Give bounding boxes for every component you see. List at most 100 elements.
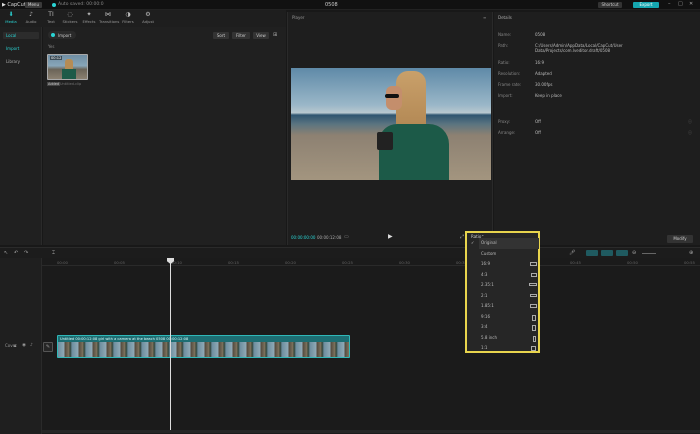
minimize-icon[interactable]: – — [668, 1, 671, 7]
audio-mute-icon[interactable]: ♪ — [30, 343, 33, 348]
play-icon[interactable]: ▶ — [388, 233, 393, 240]
detail-label-arrange: Arrange: — [498, 130, 516, 135]
ratio-wide-icon — [530, 262, 537, 266]
thumb-name: Untitled-clip — [60, 82, 82, 86]
expand-icon[interactable]: ⤢ — [460, 234, 464, 240]
detail-value-arrange: Off — [535, 130, 541, 135]
ruler-tick: 00:55 — [684, 260, 695, 265]
clip-filmstrip — [58, 342, 349, 357]
view-button[interactable]: View — [253, 32, 269, 39]
zoom-slider[interactable] — [642, 253, 656, 254]
maximize-icon[interactable]: □ — [678, 1, 683, 7]
ratio-option-4-3[interactable]: 4:3 — [479, 270, 539, 281]
tool-label: Effects — [82, 19, 96, 24]
playhead[interactable] — [170, 258, 171, 430]
filter-button[interactable]: Filter — [232, 32, 250, 39]
close-icon[interactable]: ✕ — [689, 1, 693, 7]
ruler-tick: 00:30 — [399, 260, 410, 265]
ratio-option-16-9[interactable]: 16:9 — [479, 259, 539, 270]
clip-label: Untitled 00:00:12:08 girl with a camera … — [60, 336, 189, 341]
ratio-option-original[interactable]: ✓ Original — [471, 238, 539, 249]
effects-icon: ✦ — [86, 11, 92, 18]
tool-filters[interactable]: ◑ Filters — [119, 11, 137, 26]
timeline-ruler[interactable] — [42, 258, 700, 266]
video-preview[interactable] — [291, 68, 491, 180]
ratio-dropdown: Ratio ⌃ ✓ Original Custom 16:9 4:3 2.35:… — [465, 231, 540, 353]
zoom-fit-icon[interactable]: ⊕ — [689, 250, 693, 256]
select-tool-icon[interactable]: ↖ — [4, 250, 8, 256]
undo-icon[interactable]: ↶ — [14, 250, 18, 256]
app-window: ▶ CapCut Menu Auto saved: 00:00:0 0508 S… — [0, 0, 700, 434]
sort-button[interactable]: Sort — [213, 32, 229, 39]
tool-stickers[interactable]: ◌ Stickers — [61, 11, 79, 26]
ratio-option-1-85-1[interactable]: 1.85:1 — [479, 301, 539, 312]
tool-adjust[interactable]: ⚙ Adjust — [139, 11, 157, 26]
ratio-square-icon — [531, 346, 536, 351]
player-panel: Player ≡ 00:00:00:00 00:00:12:08 ▭ ▶ ⤢ — [287, 12, 493, 245]
ratio-tall-icon — [532, 314, 536, 321]
sidenav-item-local[interactable]: Local — [3, 32, 39, 39]
detail-value-resolution: Adapted — [535, 71, 552, 76]
tool-audio[interactable]: ♪ Audio — [22, 11, 40, 26]
sidenav-item-import[interactable]: Import — [3, 45, 39, 52]
link-toggle[interactable] — [586, 250, 598, 256]
microphone-icon[interactable]: 🎤︎ — [569, 250, 575, 256]
redo-icon[interactable]: ↷ — [24, 250, 28, 256]
filters-icon: ◑ — [125, 11, 131, 18]
details-title: Details — [498, 15, 512, 20]
ratio-option-2-1[interactable]: 2:1 — [479, 291, 539, 302]
ratio-option-2-35-1[interactable]: 2.35:1 — [479, 280, 539, 291]
zoom-out-icon[interactable]: ⊖ — [632, 250, 636, 256]
ratio-option-label: 16:9 — [481, 261, 490, 266]
tool-effects[interactable]: ✦ Effects — [80, 11, 98, 26]
timeline-scrollbar[interactable] — [42, 430, 700, 433]
project-title: 0508 — [325, 2, 338, 8]
details-panel: Details Name: 0508 Path: C:/Users/Admin/… — [494, 12, 700, 245]
split-icon[interactable]: ⌶ — [52, 250, 55, 256]
sidenav-item-library[interactable]: Library — [3, 58, 39, 65]
ratio-option-9-16[interactable]: 9:16 — [479, 312, 539, 323]
adjustment-icon: ⚙ — [145, 11, 151, 18]
text-icon: TI — [48, 11, 54, 18]
subject-body — [62, 69, 76, 79]
tool-transitions[interactable]: ⋈ Transitions — [99, 11, 119, 26]
ratio-option-5-8-inch[interactable]: 5.8 inch — [479, 333, 539, 344]
ratio-option-3-4[interactable]: 3:4 — [479, 322, 539, 333]
ratio-option-label: 9:16 — [481, 313, 490, 319]
video-clip[interactable]: Untitled 00:00:12:08 girl with a camera … — [57, 335, 350, 358]
ruler-tick: 00:15 — [228, 260, 239, 265]
player-menu-icon[interactable]: ≡ — [483, 15, 486, 20]
tool-label: Audio — [25, 19, 37, 24]
ratio-option-1-1[interactable]: 1:1 — [479, 343, 539, 354]
modify-button[interactable]: Modify — [667, 235, 693, 243]
cover-edit-icon[interactable]: ✎ — [43, 342, 53, 352]
fullscreen-toggle-icon[interactable]: ▭ — [344, 234, 349, 240]
menu-button[interactable]: Menu — [25, 2, 42, 8]
preview-axis-toggle[interactable] — [616, 250, 628, 256]
arrange-info-icon[interactable]: ⓘ — [688, 130, 692, 136]
lock-icon[interactable]: 🔒︎ — [14, 343, 16, 349]
ratio-option-label: 1:1 — [481, 345, 488, 350]
tool-text[interactable]: TI Text — [42, 11, 60, 26]
shortcut-button[interactable]: Shortcut — [598, 2, 622, 8]
export-button[interactable]: Export — [633, 2, 659, 8]
media-panel: Import Sort Filter View ⊞ Yes 00:12 Adde… — [43, 27, 286, 245]
ratio-option-label: 3:4 — [481, 324, 488, 329]
more-icon[interactable]: ⊞ — [273, 32, 277, 38]
snap-toggle[interactable] — [601, 250, 613, 256]
detail-label-name: Name: — [498, 32, 512, 37]
player-duration: 00:00:12:08 — [317, 235, 342, 240]
tool-label: Stickers — [62, 19, 78, 24]
tool-media[interactable]: ⬇ Media — [2, 11, 20, 26]
track-header: Cover 🔒︎ ◉ ♪ — [0, 258, 42, 434]
detail-label-path: Path: — [498, 43, 509, 48]
ratio-option-label: 4:3 — [481, 271, 488, 277]
ratio-option-custom[interactable]: Custom — [479, 249, 539, 260]
import-button[interactable]: Import — [48, 31, 76, 39]
import-label: Import — [58, 32, 72, 38]
eye-icon[interactable]: ◉ — [22, 343, 26, 348]
media-thumbnail[interactable]: 00:12 — [47, 54, 88, 80]
autosave-status: Auto saved: 00:00:0 — [58, 2, 104, 7]
proxy-info-icon[interactable]: ⓘ — [688, 119, 692, 125]
detail-label-framerate: Frame rate: — [498, 82, 522, 87]
